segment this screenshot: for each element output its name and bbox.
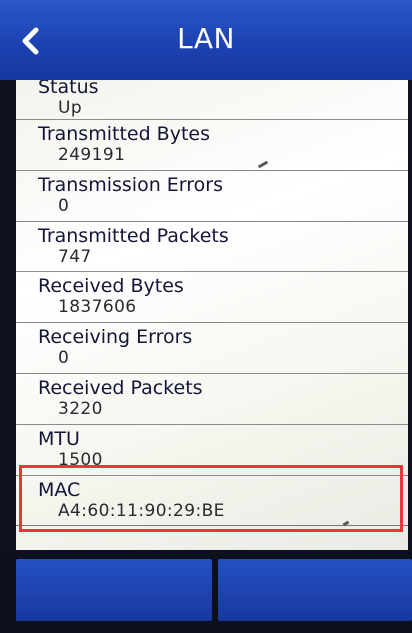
list-item-transmitted-bytes: Transmitted Bytes 249191: [16, 120, 408, 171]
row-value: 0: [58, 195, 70, 216]
list-item-status: Status Up: [16, 80, 408, 120]
row-label: Received Packets: [38, 376, 203, 399]
row-value: 747: [58, 246, 92, 267]
list-item-received-bytes: Received Bytes 1837606: [16, 272, 408, 324]
row-value: 1837606: [58, 297, 137, 318]
lan-info-list[interactable]: Status Up Transmitted Bytes 249191 Trans…: [16, 80, 408, 550]
row-value: 249191: [58, 145, 126, 165]
row-value: Up: [58, 98, 83, 118]
row-label: Transmission Errors: [38, 173, 223, 196]
row-label: MAC: [38, 478, 81, 501]
row-label: Status: [38, 80, 99, 98]
title-bar: LAN: [0, 0, 412, 80]
back-button[interactable]: [14, 24, 48, 58]
list-item-mtu: MTU 1500: [16, 425, 408, 476]
row-value: 3220: [58, 398, 103, 419]
row-label: Transmitted Packets: [38, 224, 229, 247]
row-value: 1500: [58, 449, 103, 470]
chevron-left-icon: [22, 27, 39, 55]
list-item-transmitted-packets: Transmitted Packets 747: [16, 222, 408, 273]
row-label: Transmitted Bytes: [38, 123, 211, 145]
bottom-left-button[interactable]: [16, 559, 212, 621]
row-value: 0: [58, 348, 70, 369]
row-label: MTU: [38, 427, 80, 450]
list-item-receiving-errors: Receiving Errors 0: [16, 323, 408, 374]
device-screen: LAN Status Up Transmitted Bytes 249191 T…: [0, 0, 412, 633]
list-item-received-packets: Received Packets 3220: [16, 374, 408, 425]
list-item-transmission-errors: Transmission Errors 0: [16, 171, 408, 222]
list-item-mac: MAC A4:60:11:90:29:BE: [16, 476, 408, 527]
page-title: LAN: [177, 21, 235, 55]
row-value: A4:60:11:90:29:BE: [58, 500, 225, 521]
row-label: Receiving Errors: [38, 326, 193, 349]
bottom-button-bar: [0, 555, 412, 633]
row-label: Received Bytes: [38, 275, 184, 298]
bottom-right-button[interactable]: [218, 559, 412, 621]
